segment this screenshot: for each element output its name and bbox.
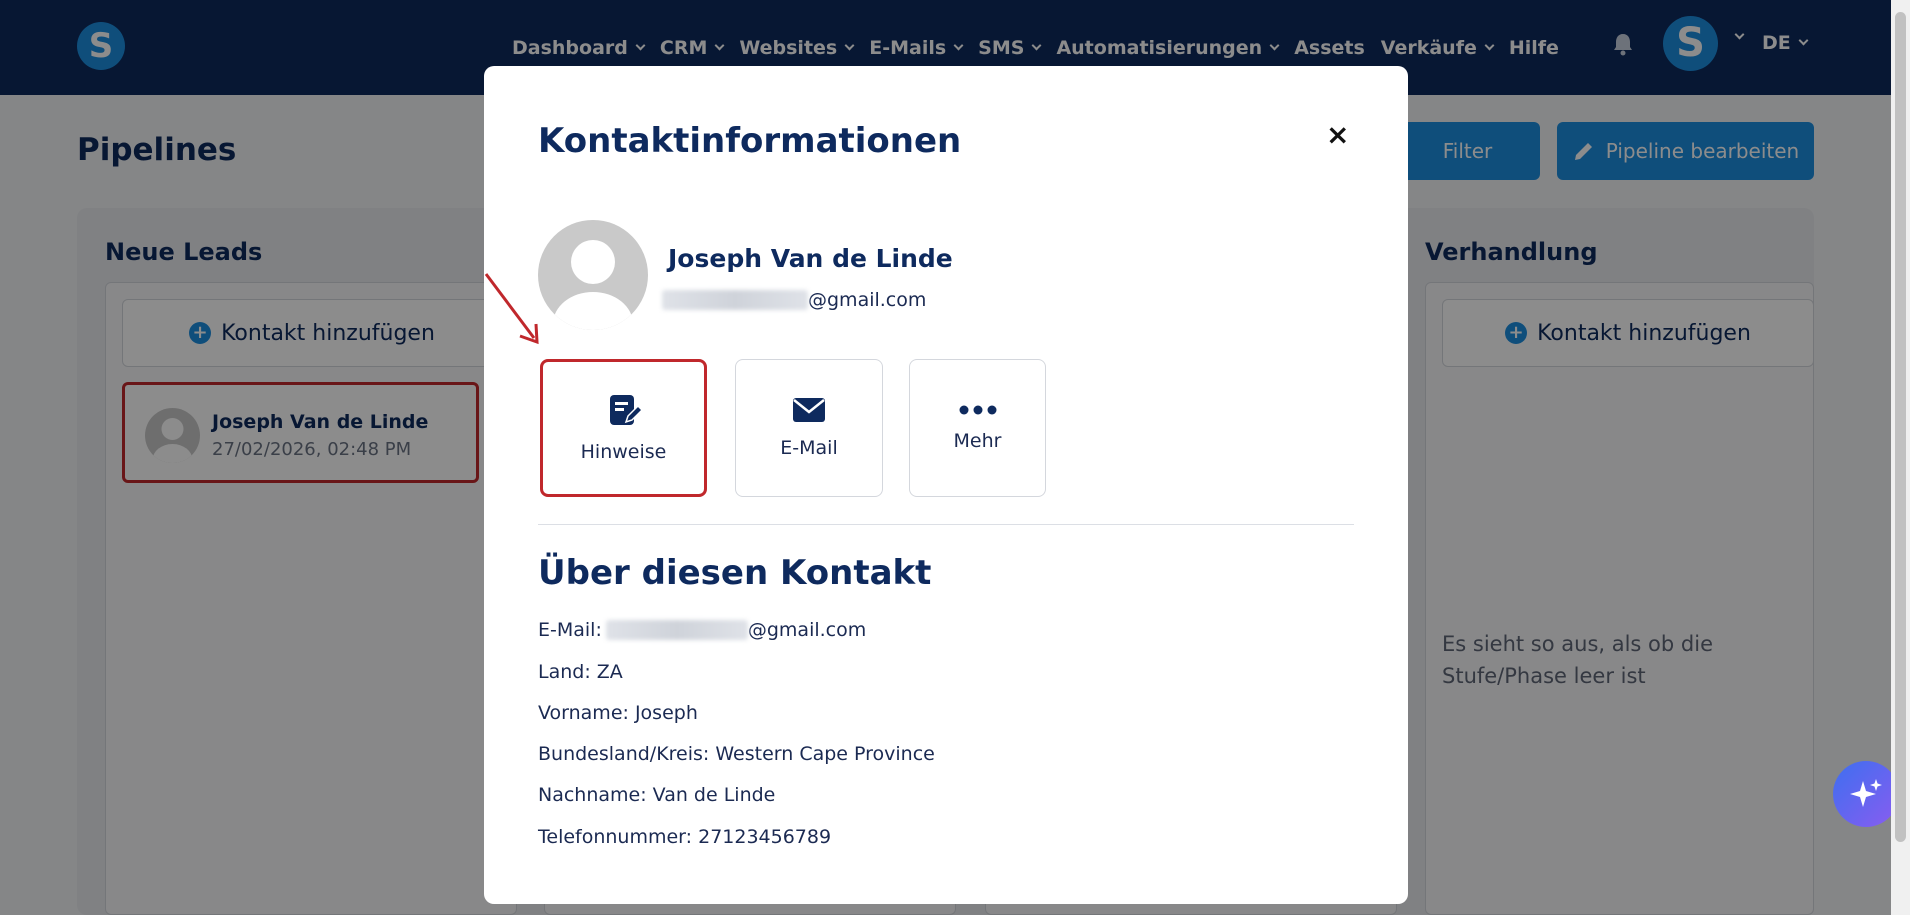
contact-info-modal: Kontaktinformationen × Joseph Van de Lin… bbox=[484, 66, 1408, 904]
contact-avatar bbox=[538, 220, 648, 330]
sparkle-icon bbox=[1850, 779, 1882, 807]
scrollbar-thumb[interactable] bbox=[1895, 12, 1906, 842]
info-email-label: E-Mail: bbox=[538, 619, 602, 641]
contact-name: Joseph Van de Linde bbox=[668, 244, 953, 273]
info-email-domain: @gmail.com bbox=[747, 619, 867, 641]
email-button[interactable]: E-Mail bbox=[735, 359, 883, 497]
info-bundesland: Bundesland/Kreis: Western Cape Province bbox=[538, 743, 935, 765]
ai-assistant-button[interactable] bbox=[1833, 761, 1899, 827]
info-email: E-Mail: @gmail.com bbox=[538, 619, 866, 641]
close-icon[interactable]: × bbox=[1326, 118, 1349, 151]
notes-icon bbox=[609, 395, 641, 425]
notes-label: Hinweise bbox=[580, 441, 667, 463]
redacted-email-user bbox=[605, 620, 748, 640]
email-label: E-Mail bbox=[780, 437, 838, 459]
redacted-email-user bbox=[662, 290, 808, 310]
info-land: Land: ZA bbox=[538, 661, 623, 683]
info-vorname: Vorname: Joseph bbox=[538, 702, 698, 724]
more-dots-icon bbox=[959, 405, 996, 415]
more-label: Mehr bbox=[953, 430, 1002, 452]
modal-title: Kontaktinformationen bbox=[538, 121, 962, 161]
annotation-arrow-icon bbox=[484, 273, 539, 345]
about-title: Über diesen Kontakt bbox=[538, 553, 932, 593]
notes-button[interactable]: Hinweise bbox=[540, 359, 707, 497]
contact-email-domain: @gmail.com bbox=[808, 289, 927, 311]
info-nachname: Nachname: Van de Linde bbox=[538, 784, 776, 806]
contact-email: @gmail.com bbox=[662, 289, 926, 311]
divider bbox=[538, 524, 1354, 525]
envelope-icon bbox=[793, 398, 825, 422]
info-telefon: Telefonnummer: 27123456789 bbox=[538, 826, 832, 848]
more-button[interactable]: Mehr bbox=[909, 359, 1046, 497]
